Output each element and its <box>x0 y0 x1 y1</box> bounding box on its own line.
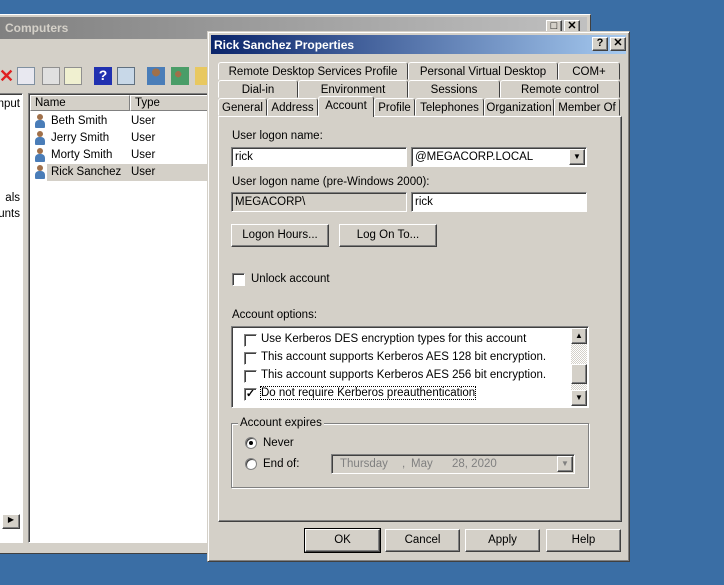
tab-personal-virtual-desktop[interactable]: Personal Virtual Desktop <box>408 62 558 80</box>
never-radio[interactable] <box>245 437 257 449</box>
tab-member-of[interactable]: Member Of <box>554 98 620 116</box>
tab-telephones[interactable]: Telephones <box>415 98 484 116</box>
expiry-date-picker: Thursday , May 28, 2020 ▼ <box>331 454 575 474</box>
export-icon[interactable] <box>64 67 82 85</box>
column-header-type[interactable]: Type <box>130 95 214 111</box>
tree-item[interactable]: unts <box>0 208 20 220</box>
logon-hours-button[interactable]: Logon Hours... <box>231 224 329 247</box>
option-checkbox[interactable] <box>244 370 257 383</box>
domain-select[interactable]: @MEGACORP.LOCAL ▼ <box>411 147 587 167</box>
apply-button[interactable]: Apply <box>465 529 540 552</box>
calendar-dropdown-icon: ▼ <box>557 456 573 472</box>
pre2000-label: User logon name (pre-Windows 2000): <box>232 176 430 188</box>
domain-value: @MEGACORP.LOCAL <box>415 151 534 163</box>
unlock-account-checkbox[interactable] <box>232 273 245 286</box>
option-label: This account supports Kerberos AES 256 b… <box>261 369 547 381</box>
log-on-to-button[interactable]: Log On To... <box>339 224 437 247</box>
tab-account[interactable]: Account <box>318 96 374 117</box>
tab-remote-control[interactable]: Remote control <box>500 80 620 98</box>
chevron-down-icon[interactable]: ▼ <box>569 149 585 165</box>
account-options-label: Account options: <box>232 309 318 321</box>
option-checkbox[interactable] <box>244 334 257 347</box>
scroll-down-button[interactable]: ▼ <box>571 390 587 406</box>
tab-remote-desktop-services-profile[interactable]: Remote Desktop Services Profile <box>218 62 408 80</box>
new-group-icon[interactable] <box>171 67 189 85</box>
user-icon <box>35 165 45 179</box>
account-options-list[interactable]: Use Kerberos DES encryption types for th… <box>231 326 589 408</box>
help-icon[interactable]: ? <box>94 67 112 85</box>
list-item-selected[interactable]: Rick Sanchez User <box>31 164 211 181</box>
cancel-button[interactable]: Cancel <box>385 529 460 552</box>
list-item[interactable]: Beth Smith User <box>31 113 211 130</box>
user-icon <box>35 148 45 162</box>
option-checkbox[interactable] <box>244 352 257 365</box>
dialog-title: Rick Sanchez Properties <box>211 35 626 54</box>
column-header-name[interactable]: Name <box>30 95 130 111</box>
option-label: This account supports Kerberos AES 128 b… <box>261 351 547 363</box>
refresh-icon[interactable] <box>42 67 60 85</box>
object-list[interactable]: Name Type Beth Smith User Jerry Smith User… <box>28 93 214 543</box>
scroll-right-button[interactable]: ▶ <box>2 514 20 529</box>
close-dialog-button[interactable]: ✕ <box>610 37 626 51</box>
tab-sessions[interactable]: Sessions <box>408 80 500 98</box>
tab-organization[interactable]: Organization <box>484 98 554 116</box>
new-user-icon[interactable] <box>147 67 165 85</box>
user-icon <box>35 131 45 145</box>
scroll-thumb[interactable] <box>571 364 587 384</box>
end-of-radio[interactable] <box>245 458 257 470</box>
account-tab-page: User logon name: rick @MEGACORP.LOCAL ▼ U… <box>218 116 622 522</box>
properties-dialog: Rick Sanchez Properties ? ✕ Remote Deskt… <box>207 31 630 562</box>
tree-item[interactable]: nput <box>0 98 20 110</box>
date-separator: , <box>402 458 406 470</box>
scroll-up-button[interactable]: ▲ <box>571 328 587 344</box>
options-scrollbar[interactable]: ▲ ▼ <box>571 328 587 406</box>
tree-pane[interactable]: nput als unts ▶ <box>0 93 23 543</box>
option-checkbox-checked[interactable]: ✓ <box>244 388 257 401</box>
delete-icon[interactable]: ✕ <box>0 67 17 85</box>
option-label: Do not require Kerberos preauthenticatio… <box>259 386 477 400</box>
logon-name-label: User logon name: <box>232 130 323 142</box>
option-label: Use Kerberos DES encryption types for th… <box>261 333 527 345</box>
tab-profile[interactable]: Profile <box>374 98 415 116</box>
date-day-year: 28, 2020 <box>452 458 497 470</box>
tab-com-plus[interactable]: COM+ <box>558 62 620 80</box>
pre2000-name-input[interactable]: rick <box>411 192 587 212</box>
tab-general[interactable]: General <box>218 98 267 116</box>
date-month: May <box>411 458 433 470</box>
tree-item[interactable]: als <box>5 192 20 204</box>
user-icon <box>35 114 45 128</box>
unlock-account-label: Unlock account <box>251 273 330 285</box>
date-weekday: Thursday <box>340 458 388 470</box>
help-title-button[interactable]: ? <box>592 37 608 51</box>
properties-icon[interactable] <box>17 67 35 85</box>
logon-name-input[interactable]: rick <box>231 147 407 167</box>
console-icon[interactable] <box>117 67 135 85</box>
list-item[interactable]: Jerry Smith User <box>31 130 211 147</box>
list-item[interactable]: Morty Smith User <box>31 147 211 164</box>
end-of-label: End of: <box>263 458 300 470</box>
never-label: Never <box>263 437 294 449</box>
tab-address[interactable]: Address <box>267 98 318 116</box>
help-button[interactable]: Help <box>546 529 621 552</box>
pre2000-domain-field: MEGACORP\ <box>231 192 407 212</box>
account-expires-label: Account expires <box>238 417 324 429</box>
tab-dial-in[interactable]: Dial-in <box>218 80 298 98</box>
ok-button[interactable]: OK <box>304 528 381 553</box>
